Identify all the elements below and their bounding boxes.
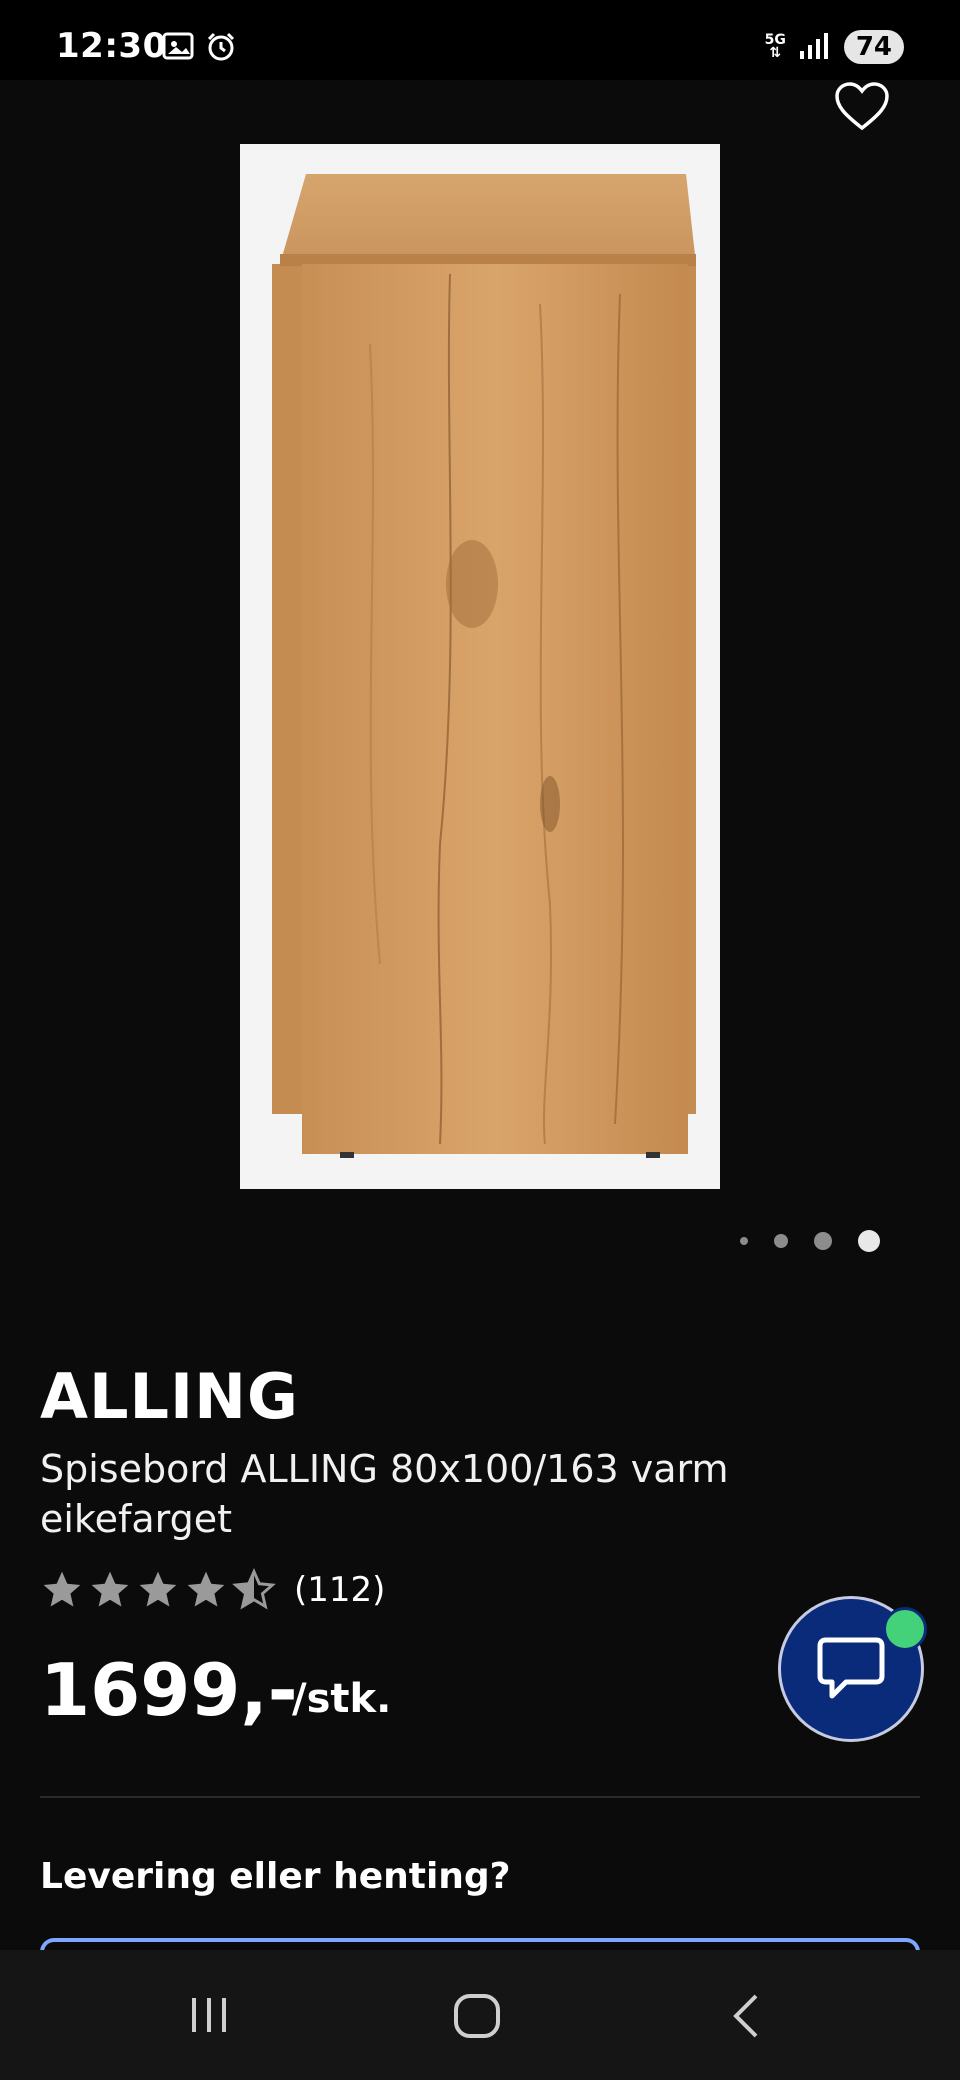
product-image[interactable] bbox=[240, 144, 720, 1189]
product-info: ALLING Spisebord ALLING 80x100/163 varm … bbox=[0, 1332, 960, 1978]
pagination-dot[interactable] bbox=[740, 1237, 748, 1245]
product-rating[interactable]: (112) bbox=[40, 1568, 385, 1612]
gallery-pagination[interactable] bbox=[740, 1230, 880, 1252]
online-indicator bbox=[883, 1607, 927, 1651]
star-icon bbox=[187, 1571, 225, 1607]
network-type: 5G ⇅ bbox=[764, 32, 786, 61]
review-count[interactable]: (112) bbox=[294, 1570, 385, 1610]
home-icon[interactable] bbox=[452, 1992, 502, 2044]
product-subtitle: Spisebord ALLING 80x100/163 varm eikefar… bbox=[40, 1447, 729, 1541]
status-time: 12:30 bbox=[56, 26, 167, 66]
star-icon bbox=[43, 1571, 81, 1607]
star-icon bbox=[91, 1571, 129, 1607]
section-divider bbox=[40, 1796, 920, 1798]
chat-button[interactable] bbox=[778, 1596, 927, 1742]
signal-icon bbox=[799, 31, 830, 63]
chat-bubble-icon bbox=[817, 1637, 885, 1699]
star-icon bbox=[139, 1571, 177, 1607]
alarm-icon bbox=[206, 32, 236, 66]
recent-apps-icon[interactable] bbox=[186, 1992, 232, 2042]
battery-indicator: 74 bbox=[843, 30, 904, 64]
screenshot-icon bbox=[162, 32, 194, 64]
back-icon[interactable] bbox=[726, 1992, 766, 2044]
system-navigation-bar bbox=[0, 1950, 960, 2080]
half-star-icon bbox=[232, 1568, 276, 1610]
product-brand: ALLING bbox=[40, 1360, 299, 1433]
status-bar: 12:30 5G ⇅ 74 bbox=[0, 0, 960, 80]
product-price: 1699,- bbox=[40, 1648, 298, 1732]
price-unit: /stk. bbox=[292, 1676, 392, 1722]
product-image-gallery[interactable] bbox=[0, 80, 960, 1332]
pagination-dot-active[interactable] bbox=[858, 1230, 880, 1252]
heart-icon[interactable] bbox=[834, 82, 890, 136]
pagination-dot[interactable] bbox=[814, 1232, 832, 1250]
delivery-heading: Levering eller henting? bbox=[40, 1856, 511, 1897]
pagination-dot[interactable] bbox=[774, 1234, 788, 1248]
